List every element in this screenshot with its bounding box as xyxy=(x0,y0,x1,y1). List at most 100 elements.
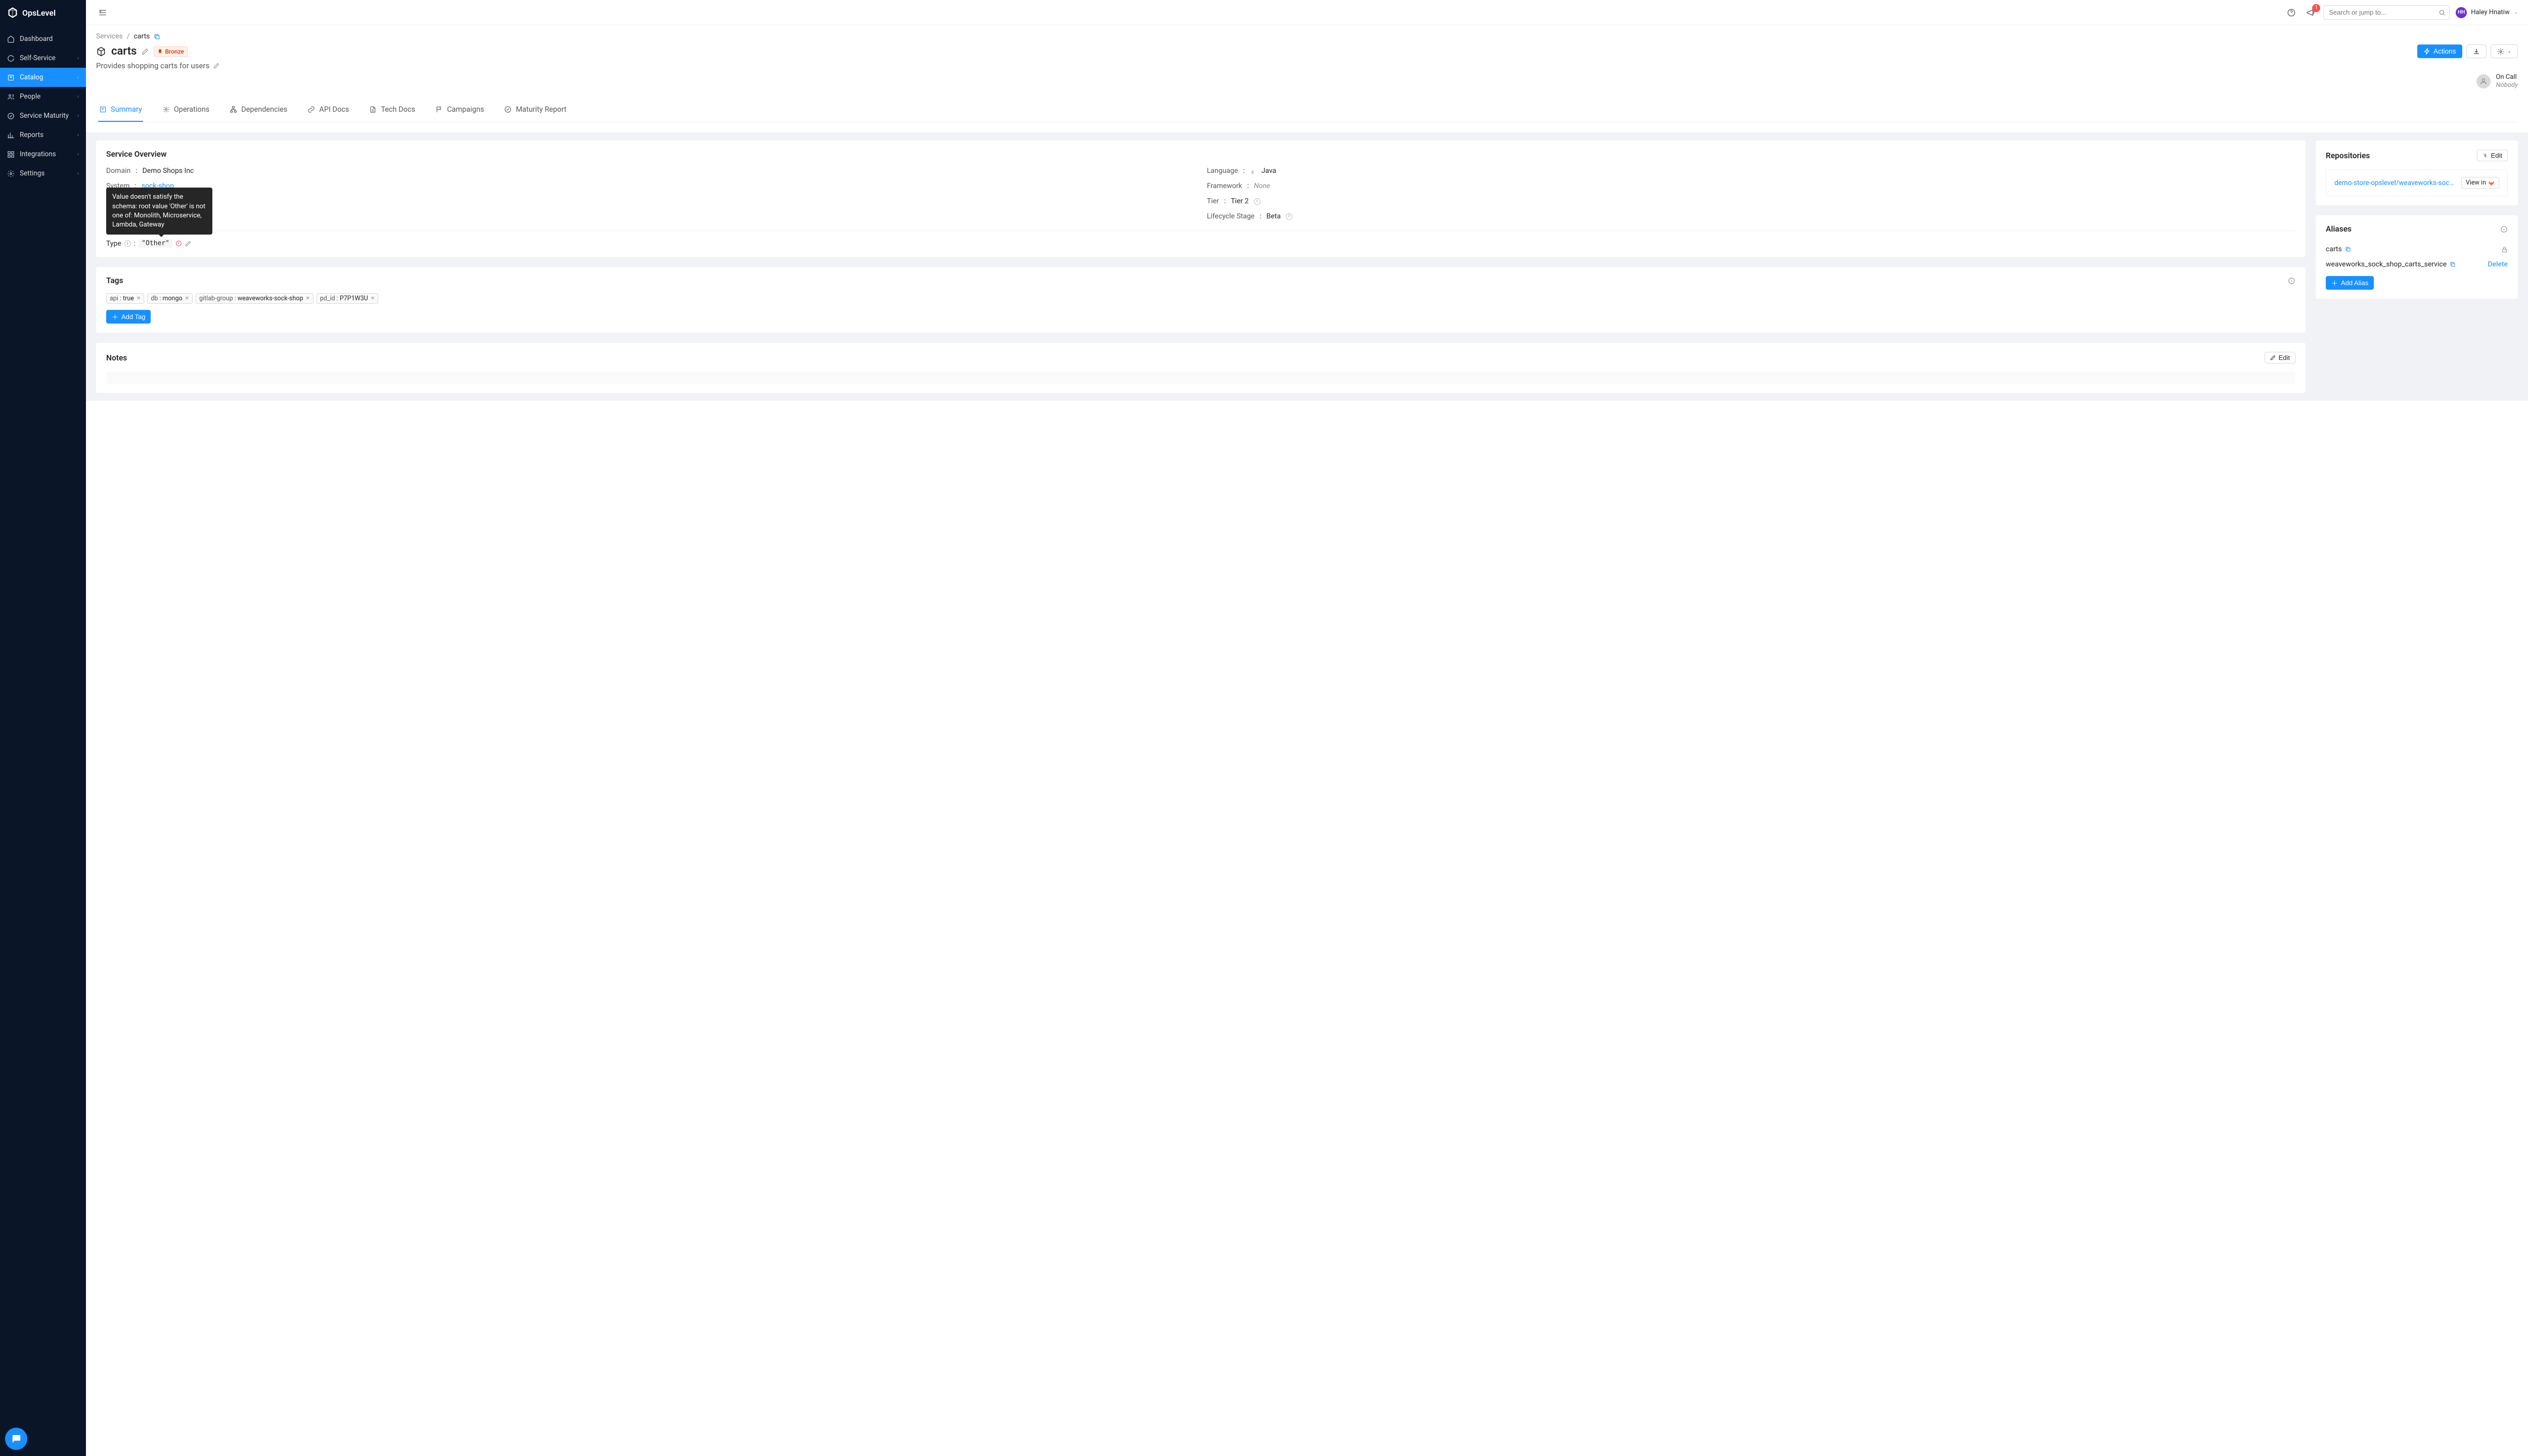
chevron-right-icon: › xyxy=(77,94,79,100)
brand-name: OpsLevel xyxy=(22,8,56,18)
view-in-button[interactable]: View in xyxy=(2461,177,2499,189)
add-alias-button[interactable]: ＋ Add Alias xyxy=(2326,276,2374,290)
tab-maturity[interactable]: Maturity Report xyxy=(503,98,567,122)
nav-settings[interactable]: Settings › xyxy=(0,164,86,183)
flag-icon xyxy=(435,106,443,113)
nav-catalog[interactable]: Catalog › xyxy=(0,68,86,87)
copy-icon[interactable] xyxy=(2450,261,2456,267)
oncall-value: Nobody xyxy=(2496,81,2518,89)
chevron-right-icon: › xyxy=(77,56,79,61)
tag-chip: db : mongo ✕ xyxy=(147,293,193,304)
repo-item: demo-store-opslevel/weaveworks-sock-shop… xyxy=(2326,169,2508,196)
gear-icon xyxy=(2497,48,2504,55)
tree-icon xyxy=(230,106,237,113)
info-icon[interactable]: i xyxy=(124,240,131,247)
type-value: "Other" xyxy=(139,239,172,248)
add-tag-button[interactable]: ＋ Add Tag xyxy=(106,310,151,324)
tab-tech-docs[interactable]: Tech Docs xyxy=(368,98,416,122)
tag-chip: pd_id : P7P1W3U ✕ xyxy=(317,293,378,304)
grid-icon xyxy=(7,151,15,158)
tab-dependencies[interactable]: Dependencies xyxy=(229,98,288,122)
edit-title-button[interactable] xyxy=(142,48,149,55)
lock-icon xyxy=(2501,246,2508,253)
notes-content xyxy=(106,372,2295,384)
chevron-right-icon: › xyxy=(77,113,79,119)
user-name: Haley Hnatiw xyxy=(2471,9,2509,16)
language-icon xyxy=(1250,168,1256,174)
search-icon xyxy=(2439,9,2446,16)
catalog-icon xyxy=(7,74,15,81)
nav-maturity[interactable]: Service Maturity › xyxy=(0,106,86,125)
edit-description-button[interactable] xyxy=(213,63,219,69)
overview-card: Service Overview Domain:Demo Shops Inc L… xyxy=(96,141,2306,257)
tab-api-docs[interactable]: API Docs xyxy=(306,98,350,122)
breadcrumb-root[interactable]: Services xyxy=(96,32,123,40)
nav-dashboard[interactable]: Dashboard xyxy=(0,29,86,49)
tab-summary[interactable]: Summary xyxy=(98,98,143,122)
tab-operations[interactable]: Operations xyxy=(161,98,210,122)
nav-reports[interactable]: Reports › xyxy=(0,125,86,145)
support-chat-button[interactable] xyxy=(5,1428,27,1450)
overview-lifecycle: Beta xyxy=(1267,212,1281,220)
copy-icon[interactable] xyxy=(2345,246,2351,252)
tabs: Summary Operations Dependencies API Docs… xyxy=(96,98,2518,122)
tab-campaigns[interactable]: Campaigns xyxy=(434,98,485,122)
info-icon[interactable]: i xyxy=(1254,198,1260,205)
aliases-title: Aliases xyxy=(2326,224,2352,234)
chevron-right-icon: › xyxy=(77,132,79,138)
edit-notes-button[interactable]: Edit xyxy=(2265,352,2295,363)
nav-integrations[interactable]: Integrations › xyxy=(0,145,86,164)
cube-icon xyxy=(96,47,106,57)
gitlab-icon xyxy=(2488,179,2495,186)
edit-type-button[interactable] xyxy=(185,241,191,247)
actions-button[interactable]: Actions xyxy=(2417,44,2462,58)
delete-alias-button[interactable]: Delete xyxy=(2488,260,2508,268)
nav-label: Dashboard xyxy=(20,35,53,43)
info-icon[interactable] xyxy=(2500,225,2508,233)
collapse-sidebar-button[interactable] xyxy=(96,6,109,19)
notifications-button[interactable]: 1 xyxy=(2304,6,2317,19)
chart-icon xyxy=(7,131,15,139)
breadcrumb: Services / carts xyxy=(96,32,2518,40)
sidebar: OpsLevel Dashboard Self-Service › Catalo… xyxy=(0,0,86,1456)
info-icon[interactable]: i xyxy=(1286,213,1292,220)
remove-tag-button[interactable]: ✕ xyxy=(185,296,189,301)
logo[interactable]: OpsLevel xyxy=(0,0,86,25)
remove-tag-button[interactable]: ✕ xyxy=(371,296,375,301)
tags-title: Tags xyxy=(106,276,123,285)
overview-domain: Demo Shops Inc xyxy=(143,167,194,175)
nav-label: Reports xyxy=(20,131,43,139)
oncall-label: On Call xyxy=(2496,73,2518,81)
alias-row: weaveworks_sock_shop_carts_serviceDelete xyxy=(2326,257,2508,272)
validation-tooltip: Value doesn't satisfy the schema: root v… xyxy=(106,188,212,235)
topbar: 1 HH Haley Hnatiw ⌄ xyxy=(86,0,2528,25)
help-button[interactable] xyxy=(2285,6,2298,19)
remove-tag-button[interactable]: ✕ xyxy=(306,296,310,301)
pencil-icon xyxy=(2270,355,2276,360)
type-row: Value doesn't satisfy the schema: root v… xyxy=(106,239,2295,248)
user-menu[interactable]: HH Haley Hnatiw ⌄ xyxy=(2456,7,2518,18)
bolt-icon xyxy=(2424,48,2430,55)
pencil-icon xyxy=(185,241,191,247)
menu-fold-icon xyxy=(98,8,107,17)
nav-label: People xyxy=(20,93,40,101)
overview-framework: None xyxy=(1254,182,1270,190)
logo-icon xyxy=(7,7,18,18)
repo-link[interactable]: demo-store-opslevel/weaveworks-sock-shop… xyxy=(2334,179,2457,187)
alias-list: carts weaveworks_sock_shop_carts_serviceD… xyxy=(2326,242,2508,272)
copy-icon[interactable] xyxy=(154,33,160,40)
document-icon xyxy=(369,106,377,113)
nav-people[interactable]: People › xyxy=(0,87,86,106)
search-input[interactable] xyxy=(2323,5,2450,20)
download-button[interactable] xyxy=(2466,44,2487,58)
info-icon[interactable] xyxy=(2288,277,2295,285)
settings-dropdown-button[interactable]: ⌄ xyxy=(2491,44,2518,58)
nav-self-service[interactable]: Self-Service › xyxy=(0,49,86,68)
nav-label: Integrations xyxy=(20,150,56,158)
refresh-icon xyxy=(7,55,15,62)
remove-tag-button[interactable]: ✕ xyxy=(137,296,141,301)
repos-card: Repositories Edit demo-store-opslevel/we… xyxy=(2316,141,2518,205)
gear-icon xyxy=(2482,153,2488,158)
alias-name: carts xyxy=(2326,245,2342,253)
edit-repos-button[interactable]: Edit xyxy=(2477,150,2508,161)
